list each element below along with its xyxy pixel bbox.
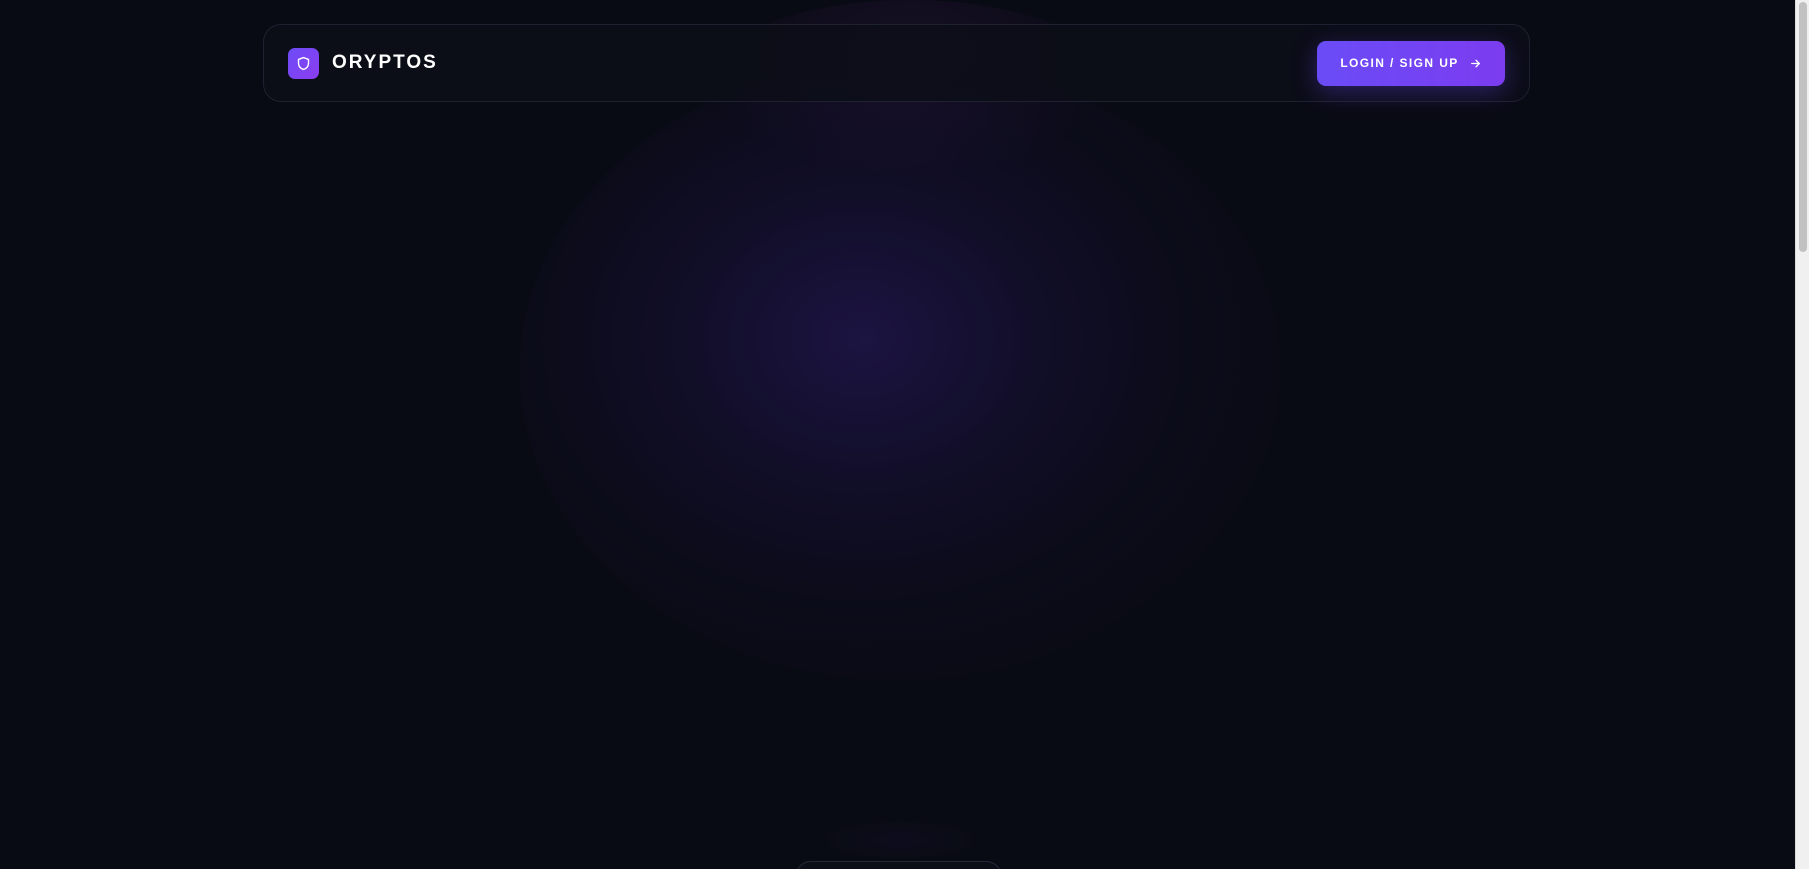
brand-name: ORYPTOS (332, 52, 438, 73)
login-signup-label: LOGIN / SIGN UP (1340, 56, 1459, 70)
shield-icon (288, 47, 319, 79)
background-glow (520, 60, 1280, 680)
login-signup-button[interactable]: LOGIN / SIGN UP (1317, 40, 1505, 86)
bottom-glow (820, 820, 980, 860)
navbar: ORYPTOS LOGIN / SIGN UP (263, 24, 1530, 102)
bottom-badge (795, 861, 1002, 869)
vertical-scrollbar[interactable] (1795, 0, 1809, 869)
scrollbar-thumb[interactable] (1799, 2, 1807, 252)
page: ORYPTOS LOGIN / SIGN UP (0, 0, 1809, 869)
arrow-right-icon (1469, 57, 1482, 70)
brand[interactable]: ORYPTOS (288, 47, 438, 79)
